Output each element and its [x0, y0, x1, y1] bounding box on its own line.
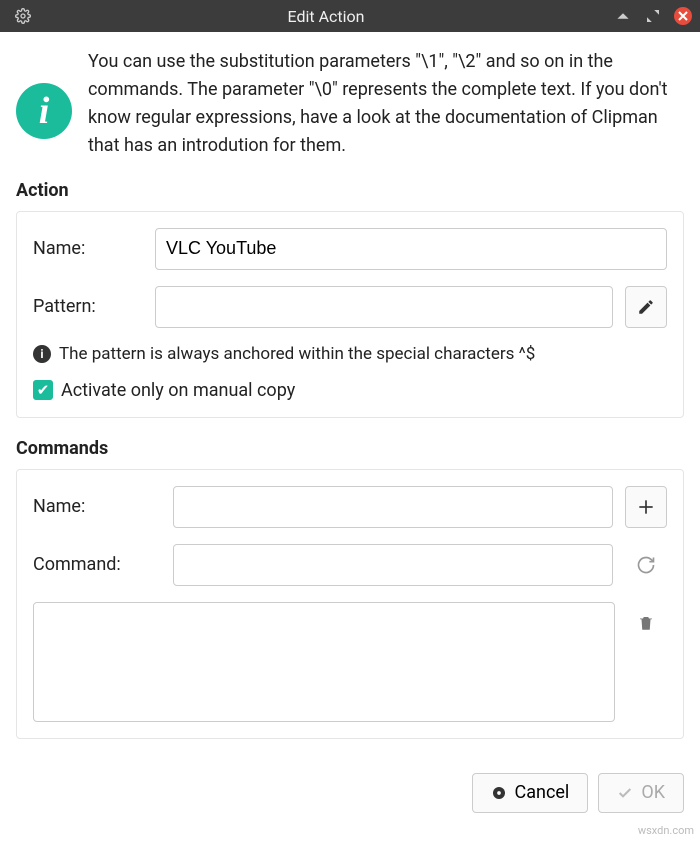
add-command-button[interactable] — [625, 486, 667, 528]
dialog-footer: Cancel OK — [0, 759, 700, 831]
pattern-hint: i The pattern is always anchored within … — [33, 344, 667, 364]
command-label: Command: — [33, 554, 161, 575]
maximize-icon[interactable] — [644, 7, 662, 25]
action-name-input[interactable] — [155, 228, 667, 270]
edit-pattern-button[interactable] — [625, 286, 667, 328]
titlebar: Edit Action — [0, 0, 700, 32]
command-name-input[interactable] — [173, 486, 613, 528]
info-banner: i You can use the substitution parameter… — [16, 48, 684, 160]
command-input[interactable] — [173, 544, 613, 586]
cancel-label: Cancel — [515, 782, 570, 803]
cancel-button[interactable]: Cancel — [472, 773, 589, 813]
info-small-icon: i — [33, 345, 51, 363]
manual-copy-label: Activate only on manual copy — [61, 380, 295, 401]
check-icon: ✔ — [37, 383, 50, 398]
commands-section: Name: Command: — [16, 469, 684, 739]
action-section: Name: Pattern: i The pattern is always a… — [16, 211, 684, 418]
delete-command-button[interactable] — [625, 602, 667, 644]
manual-copy-checkbox[interactable]: ✔ — [33, 380, 53, 400]
refresh-command-button[interactable] — [625, 544, 667, 586]
refresh-icon — [636, 555, 656, 575]
close-icon[interactable] — [674, 7, 692, 25]
pattern-hint-text: The pattern is always anchored within th… — [59, 344, 535, 364]
command-name-label: Name: — [33, 496, 161, 517]
command-list[interactable] — [33, 602, 615, 722]
action-pattern-input[interactable] — [155, 286, 613, 328]
ok-button[interactable]: OK — [598, 773, 684, 813]
info-icon: i — [16, 83, 72, 139]
window-title: Edit Action — [38, 7, 614, 26]
action-heading: Action — [16, 180, 684, 201]
roll-up-icon[interactable] — [614, 7, 632, 25]
trash-icon — [637, 614, 655, 632]
ok-label: OK — [641, 782, 665, 803]
commands-heading: Commands — [16, 438, 684, 459]
cancel-icon — [491, 785, 507, 801]
plus-icon — [636, 497, 656, 517]
checkmark-icon — [617, 785, 633, 801]
action-name-label: Name: — [33, 238, 143, 259]
pencil-icon — [637, 298, 655, 316]
gear-icon[interactable] — [14, 7, 32, 25]
action-pattern-label: Pattern: — [33, 296, 143, 317]
info-text: You can use the substitution parameters … — [88, 48, 684, 160]
watermark: wsxdn.com — [638, 824, 694, 837]
